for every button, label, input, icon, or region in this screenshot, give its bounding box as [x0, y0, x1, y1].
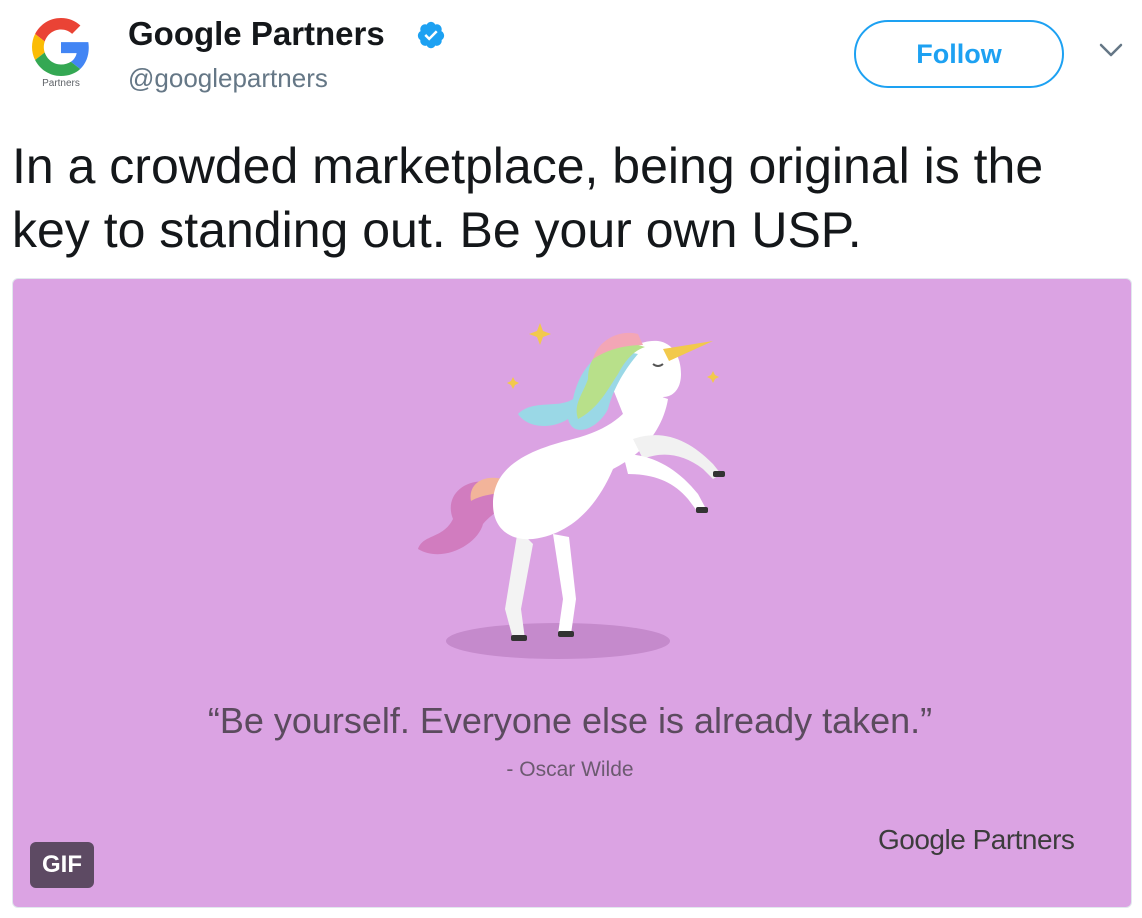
unicorn-illustration [418, 323, 725, 659]
avatar-caption: Partners [42, 78, 80, 89]
quote-text: “Be yourself. Everyone else is already t… [207, 700, 933, 741]
follow-button[interactable]: Follow [854, 20, 1064, 88]
gif-badge: GIF [30, 842, 94, 888]
user-name[interactable]: Google Partners [128, 14, 385, 54]
avatar[interactable]: Partners [20, 14, 102, 96]
user-handle[interactable]: @googlepartners [128, 62, 328, 94]
tweet-text: In a crowded marketplace, being original… [12, 138, 1044, 258]
verified-badge-icon [417, 21, 445, 49]
media-gif[interactable] [12, 278, 1132, 908]
quote-author: - Oscar Wilde [506, 758, 634, 781]
chevron-down-icon[interactable] [1096, 40, 1126, 62]
brand-logo: Google Partners [878, 824, 1075, 855]
tweet-card: Partners Google Partners @googlepartners… [0, 0, 1142, 918]
google-g-logo-icon [32, 18, 89, 76]
